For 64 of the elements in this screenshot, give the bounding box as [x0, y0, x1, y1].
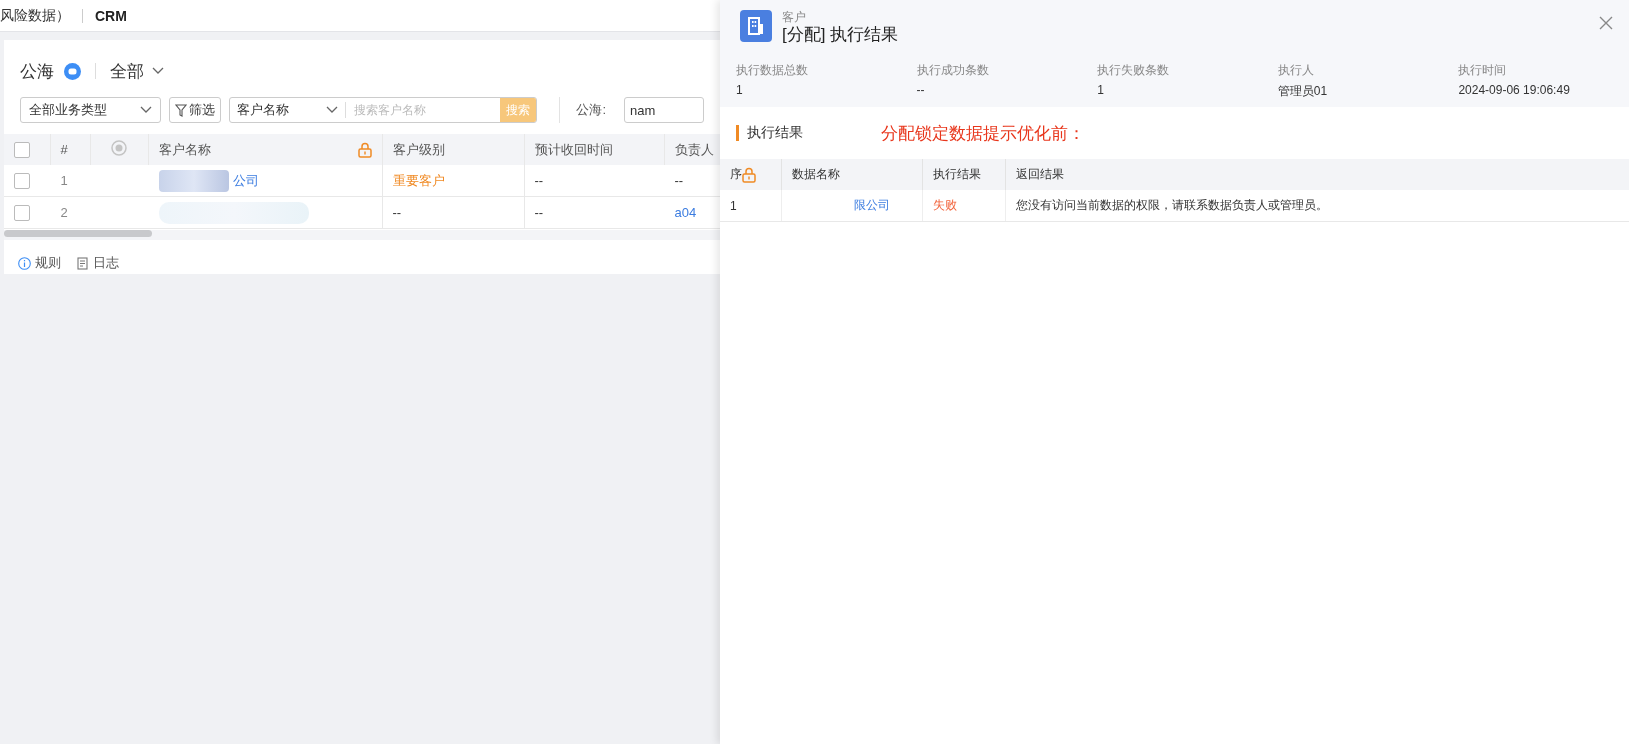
column-header: # [60, 142, 68, 157]
stat-label: 执行时间 [1458, 62, 1508, 79]
row-checkbox[interactable] [14, 204, 30, 221]
stat-label: 执行人 [1277, 62, 1315, 79]
building-icon [740, 10, 772, 42]
section-title: 执行结果 [747, 124, 804, 142]
stat-label: 执行失败条数 [1097, 62, 1171, 79]
redaction-patch [158, 169, 229, 192]
result-status: 失败 [932, 198, 957, 212]
customer-level: -- [392, 205, 402, 220]
drawer-title: [分配] 执行结果 [782, 24, 899, 46]
column-header: 预计收回时间 [534, 141, 613, 157]
chevron-down-icon [152, 67, 164, 75]
stat-value: 1 [736, 83, 744, 97]
filter-button[interactable]: 筛选 [169, 97, 222, 123]
stat-value: 管理员01 [1277, 83, 1329, 100]
column-header: 负责人 [674, 141, 714, 157]
info-icon [18, 256, 31, 270]
app-title: CRM [95, 7, 127, 24]
column-header: 返回结果 [1015, 167, 1064, 181]
target-icon [110, 139, 128, 157]
type-select[interactable]: 全部业务类型 [20, 97, 162, 123]
lock-icon [357, 141, 372, 158]
stat-value: -- [916, 83, 926, 97]
column-header: 数据名称 [791, 167, 840, 181]
view-dropdown[interactable]: 全部 [110, 59, 164, 83]
stat-value: 2024-09-06 19:06:49 [1458, 83, 1571, 97]
column-header: 序 [730, 166, 742, 183]
rules-link[interactable]: 规则 [35, 254, 61, 272]
row-number: 1 [730, 198, 737, 213]
customer-name-link[interactable]: 公司 [232, 171, 259, 190]
due-date: -- [534, 205, 544, 220]
pool-label: 公海: [576, 101, 606, 119]
data-name-link[interactable]: 限公司 [853, 197, 890, 214]
stat-label: 执行成功条数 [916, 62, 990, 79]
horizontal-scrollbar[interactable] [4, 230, 720, 240]
object-type-label: 客户 [782, 10, 807, 24]
pool-select[interactable]: nam [624, 97, 704, 123]
search-field[interactable]: 客户名称 搜索客户名称 搜索 [229, 97, 538, 123]
chat-badge-icon [64, 62, 81, 80]
row-number: 2 [60, 205, 68, 220]
owner-text: -- [674, 173, 684, 188]
breadcrumb-text: 风险数据） [0, 6, 70, 25]
annotation-note: 分配锁定数据提示优化前： [881, 122, 1085, 145]
lock-icon [742, 166, 756, 183]
document-icon [77, 256, 89, 270]
row-checkbox[interactable] [14, 172, 30, 189]
log-link[interactable]: 日志 [93, 254, 119, 272]
page-title: 公海 [20, 60, 54, 83]
chevron-down-icon [326, 106, 339, 114]
filter-icon [175, 103, 188, 117]
column-header: 客户名称 [158, 140, 211, 159]
select-all-checkbox[interactable] [14, 141, 30, 158]
stat-value: 1 [1097, 83, 1105, 97]
chevron-down-icon [140, 106, 153, 114]
close-icon [1599, 16, 1613, 30]
stat-label: 执行数据总数 [736, 62, 809, 79]
due-date: -- [534, 173, 544, 188]
row-number: 1 [60, 173, 68, 188]
column-header: 客户级别 [392, 141, 445, 157]
result-message: 您没有访问当前数据的权限，请联系数据负责人或管理员。 [1015, 198, 1328, 212]
owner-link[interactable]: a04 [674, 205, 697, 220]
customer-level: 重要客户 [392, 172, 445, 188]
column-header: 执行结果 [932, 167, 981, 181]
